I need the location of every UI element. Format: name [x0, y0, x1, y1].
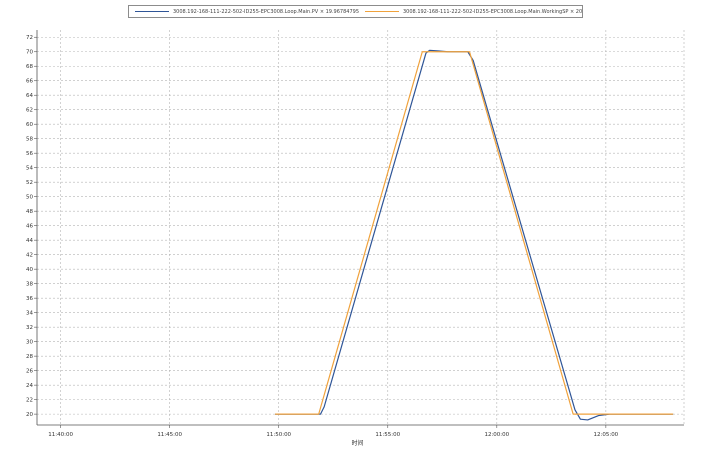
y-tick-label: 22: [26, 398, 33, 404]
series-lines: [275, 49, 674, 421]
y-tick-label: 68: [26, 64, 33, 70]
y-tick-label: 26: [26, 369, 33, 375]
series-line-1: [275, 51, 674, 415]
grid-lines: [37, 30, 685, 425]
y-tick-label: 66: [26, 79, 33, 85]
y-tick-label: 60: [26, 122, 33, 128]
y-tick-label: 48: [26, 209, 33, 215]
y-tick-label: 20: [26, 412, 33, 418]
x-tick-label: 11:50:00: [266, 432, 291, 438]
y-tick-label: 32: [26, 325, 33, 331]
y-tick-label: 44: [26, 238, 33, 244]
y-tick-label: 70: [26, 50, 33, 56]
y-tick-label: 46: [26, 224, 33, 230]
y-tick-label: 54: [26, 166, 33, 172]
y-tick-label: 42: [26, 253, 33, 259]
y-tick-label: 58: [26, 137, 33, 143]
x-tick-label: 12:00:00: [484, 432, 509, 438]
series-line-0: [275, 49, 674, 421]
line-chart: 20 22 24 26 28 30 32 34 36 38 40 42 44 46 48 50 52 54 56 58…: [26, 30, 685, 447]
tick-labels: 20 22 24 26 28 30 32 34 36 38 40 42 44 46 48 50 52 54 56 58…: [26, 35, 619, 438]
x-axis-title: 时间: [351, 439, 363, 447]
y-tick-label: 30: [26, 340, 33, 346]
y-tick-label: 34: [26, 311, 33, 317]
x-tick-label: 11:45:00: [157, 432, 182, 438]
y-tick-label: 72: [26, 35, 33, 41]
y-tick-label: 28: [26, 354, 33, 360]
y-tick-label: 38: [26, 282, 33, 288]
y-tick-label: 36: [26, 296, 33, 302]
x-tick-label: 12:05:00: [593, 432, 618, 438]
y-tick-label: 62: [26, 108, 33, 114]
y-tick-label: 64: [26, 93, 33, 99]
x-tick-label: 11:55:00: [375, 432, 400, 438]
y-tick-label: 50: [26, 195, 33, 201]
y-tick-label: 24: [26, 383, 33, 389]
chart-axes: [34, 30, 684, 428]
x-tick-label: 11:40:00: [48, 432, 73, 438]
y-tick-label: 40: [26, 267, 33, 273]
y-tick-label: 56: [26, 151, 33, 157]
y-tick-label: 52: [26, 180, 33, 186]
